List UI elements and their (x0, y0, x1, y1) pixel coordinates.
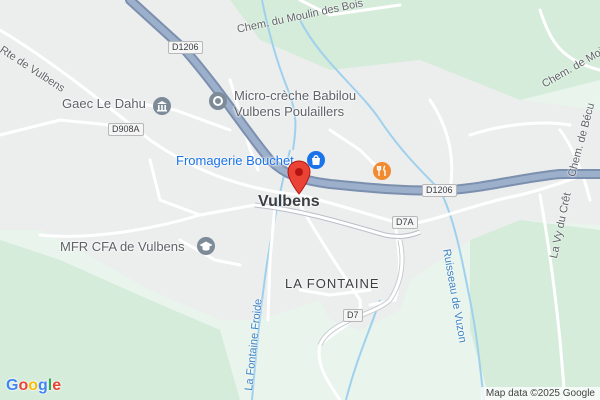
school-icon[interactable] (196, 236, 216, 261)
poi-label-micro-creche-line1[interactable]: Micro-crèche Babilou (234, 88, 356, 103)
road-shield-d7: D7 (343, 309, 363, 322)
location-pin-icon[interactable] (286, 160, 312, 201)
museum-icon[interactable] (152, 96, 172, 121)
google-logo-letter: o (18, 377, 29, 394)
road-shield-d1206: D1206 (168, 41, 203, 54)
google-logo-letter: g (38, 377, 48, 394)
google-logo-letter: G (6, 377, 19, 394)
poi-label-micro-creche-line2[interactable]: Vulbens Poulaillers (234, 104, 344, 119)
road-shield-d908a: D908A (108, 123, 144, 136)
poi-label-mfr-cfa-de-vulbens[interactable]: MFR CFA de Vulbens (60, 239, 185, 254)
map-attribution[interactable]: Map data ©2025 Google (480, 387, 600, 400)
google-logo-letter: o (28, 377, 39, 394)
google-logo-letter: e (52, 377, 62, 394)
poi-label-fromagerie-bouchet[interactable]: Fromagerie Bouchet (176, 153, 294, 168)
district-label-la-fontaine[interactable]: LA FONTAINE (285, 276, 380, 291)
road-shield-d1206: D1206 (422, 184, 457, 197)
place-icon[interactable] (208, 91, 228, 116)
map-canvas[interactable]: D1206 D908A D1206 D7A D7 Rte de Vulbens … (0, 0, 600, 400)
restaurant-icon[interactable] (372, 161, 392, 186)
road-shield-d7a: D7A (392, 216, 418, 229)
google-logo[interactable]: Google (6, 377, 61, 395)
poi-label-gaec-le-dahu[interactable]: Gaec Le Dahu (62, 96, 146, 111)
